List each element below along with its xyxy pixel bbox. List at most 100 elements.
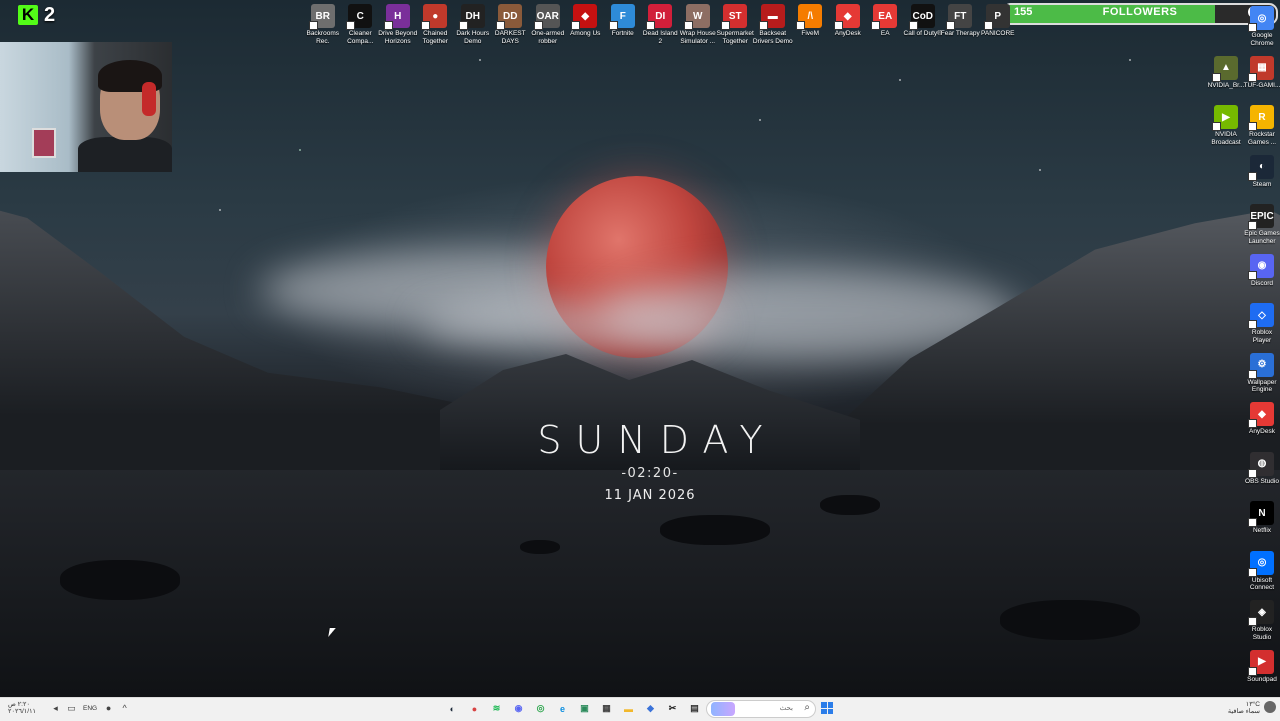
edge-icon[interactable]: e [554, 700, 571, 717]
desktop-shortcut[interactable]: ◆ Among Us [567, 4, 605, 45]
chrome-icon: ◎ [1248, 6, 1274, 32]
desktop-shortcut[interactable]: ◆ AnyDesk [829, 4, 867, 45]
roblox-studio-icon: ◈ [1248, 600, 1274, 626]
spotify-icon[interactable]: ≋ [488, 700, 505, 717]
obs-taskbar-icon[interactable]: ● [466, 700, 483, 717]
backseat-drivers-icon: ▬ [758, 4, 785, 30]
desktop-shortcut-label: Steam [1252, 180, 1272, 188]
desktop-shortcut[interactable]: DH Dark Hours Demo [454, 4, 492, 45]
desktop-shortcut-label: FiveM [801, 30, 820, 37]
microphone-icon[interactable]: ● [104, 703, 113, 713]
desktop-shortcut[interactable]: F Fortnite [604, 4, 642, 45]
nvidia-icon: ▲ [1212, 55, 1238, 82]
desktop-shortcut[interactable]: ST Supermarket Together [717, 4, 755, 45]
photos-icon[interactable]: ▣ [576, 700, 593, 717]
desktop-shortcut[interactable]: ◎ Google Chrome [1240, 6, 1280, 56]
desktop-shortcut[interactable]: BR Backrooms Rec. [304, 4, 342, 45]
drive-beyond-icon: H [383, 4, 410, 30]
desktop-shortcut-label: Ubisoft Connect [1249, 576, 1275, 592]
desktop-shortcut[interactable]: ▶ Soundpad [1240, 649, 1280, 700]
desktop-shortcut-label: Wallpaper Engine [1247, 378, 1277, 394]
desktop-shortcut-label: Backrooms Rec. [306, 30, 339, 45]
epic-games-icon: EPIC [1248, 204, 1274, 230]
kick-viewer-badge: K 2 [18, 4, 55, 26]
chevron-up-icon[interactable]: ^ [120, 703, 129, 713]
widget-day: SUNDAY [537, 418, 777, 462]
desktop-shortcut[interactable]: EPIC Epic Games Launcher [1240, 204, 1280, 254]
darkest-days-icon: DD [496, 4, 523, 30]
obs-icon: ◍ [1248, 451, 1274, 478]
desktop-shortcut[interactable]: ▦ TUF-GAMI... [1240, 55, 1280, 106]
supermarket-icon: ST [721, 4, 748, 30]
desktop-shortcut[interactable]: /\ FiveM [792, 4, 830, 45]
chrome-taskbar-icon[interactable]: ◎ [532, 700, 549, 717]
steam-taskbar-icon[interactable]: ◐ [444, 700, 461, 717]
desktop-shortcut-label: EA [880, 30, 890, 37]
desktop-shortcut[interactable]: CoD Call of Duty® [904, 4, 942, 45]
cleaner-icon: C [346, 4, 373, 30]
desktop-shortcut[interactable]: N Netflix [1240, 501, 1280, 551]
windows-start-icon[interactable] [821, 702, 833, 714]
desktop-icons-top-row: BR Backrooms Rec. C Cleaner Compa... H Drive … [304, 4, 1017, 45]
dead-island-icon: DI [646, 4, 673, 30]
fortnite-icon: F [608, 4, 635, 30]
desktop-shortcut-label: Cleaner Compa... [347, 30, 374, 45]
file-explorer-icon[interactable]: ▬ [620, 700, 637, 717]
webcam-overlay [0, 42, 172, 172]
language-indicator[interactable]: ENG [83, 705, 97, 712]
webcam-headset [142, 82, 156, 116]
chained-together-icon: ● [421, 4, 448, 30]
desktop-shortcut-label: Rockstar Games ... [1247, 131, 1277, 146]
desktop-shortcut[interactable]: OAR One-armed robber [529, 4, 567, 45]
wallpaper-rock [520, 540, 560, 554]
calculator-icon[interactable]: ▦ [598, 700, 615, 717]
desktop-shortcut-label: Roblox Player [1251, 329, 1273, 344]
desktop-shortcut[interactable]: ● Chained Together [417, 4, 455, 45]
desktop-shortcut[interactable]: ◆ AnyDesk [1240, 402, 1280, 452]
desktop-shortcut[interactable]: ◈ Roblox Studio [1240, 600, 1280, 650]
taskbar-date: ٢٠٢٦/١/١١ [8, 708, 37, 715]
desktop-shortcut[interactable]: W Wrap House Simulator ... [679, 4, 717, 45]
desktop-shortcut[interactable]: ◇ Roblox Player [1240, 303, 1280, 353]
ea-icon: EA [871, 4, 898, 30]
desktop-shortcut-label: Netflix [1252, 527, 1272, 534]
call-of-duty-icon: CoD [908, 4, 935, 30]
desktop-shortcut[interactable]: ▬ Backseat Drivers Demo [753, 4, 793, 45]
desktop-shortcut[interactable]: EA EA [867, 4, 905, 45]
speaker-icon[interactable]: ◂ [51, 703, 60, 713]
desktop-shortcut[interactable]: DD DARKEST DAYS [492, 4, 530, 45]
weather-widget[interactable]: ١٣°C سماء صافية [1212, 701, 1260, 715]
desktop-shortcut[interactable]: ◍ OBS Studio [1240, 451, 1280, 502]
desktop-shortcut[interactable]: ◎ Ubisoft Connect [1240, 550, 1280, 601]
wallpaper-ground [0, 470, 1280, 697]
desktop-shortcut[interactable]: ◉ Discord [1240, 253, 1280, 304]
backrooms-icon: BR [308, 4, 335, 30]
notes-icon[interactable]: ▤ [686, 700, 703, 717]
wallpaper-rock [60, 560, 180, 600]
desktop-shortcut[interactable]: ⚙ Wallpaper Engine [1240, 352, 1280, 403]
discord-taskbar-icon[interactable]: ◉ [510, 700, 527, 717]
desktop-shortcut[interactable]: FT Fear Therapy [941, 4, 980, 45]
desktop-shortcut-label: Among Us [570, 30, 601, 37]
network-icon[interactable]: ▭ [67, 703, 76, 713]
taskbar-search-box[interactable]: بحث ⌕ [706, 700, 816, 718]
search-placeholder: بحث [779, 705, 793, 712]
clock-widget: SUNDAY -02:20- 11 JAN 2026 [520, 418, 780, 503]
dark-hours-icon: DH [458, 4, 485, 30]
capcut-icon[interactable]: ✂ [664, 700, 681, 717]
desktop-shortcut[interactable]: H Drive Beyond Horizons [378, 4, 417, 45]
widget-date: 11 JAN 2026 [604, 488, 696, 503]
anydesk-icon: ◆ [1248, 402, 1274, 428]
webcam-streamer-shirt [78, 137, 172, 172]
desktop-shortcut[interactable]: R Rockstar Games ... [1240, 105, 1280, 155]
anydesk-icon: ◆ [833, 4, 860, 30]
wallpaper-cloud [420, 300, 720, 350]
desktop-shortcut-label: Wrap House Simulator ... [679, 30, 716, 45]
desktop-shortcut[interactable]: C Cleaner Compa... [342, 4, 380, 45]
desktop-shortcut[interactable]: P PANICORE [979, 4, 1017, 45]
desktop-shortcut[interactable]: ◐ Steam [1240, 154, 1280, 205]
media-icon[interactable]: ◆ [642, 700, 659, 717]
taskbar-clock[interactable]: ٢:٢٠ ص ٢٠٢٦/١/١١ [8, 701, 44, 715]
desktop-shortcut-label: Dead Island 2 [642, 30, 678, 45]
desktop-shortcut[interactable]: DI Dead Island 2 [642, 4, 680, 45]
